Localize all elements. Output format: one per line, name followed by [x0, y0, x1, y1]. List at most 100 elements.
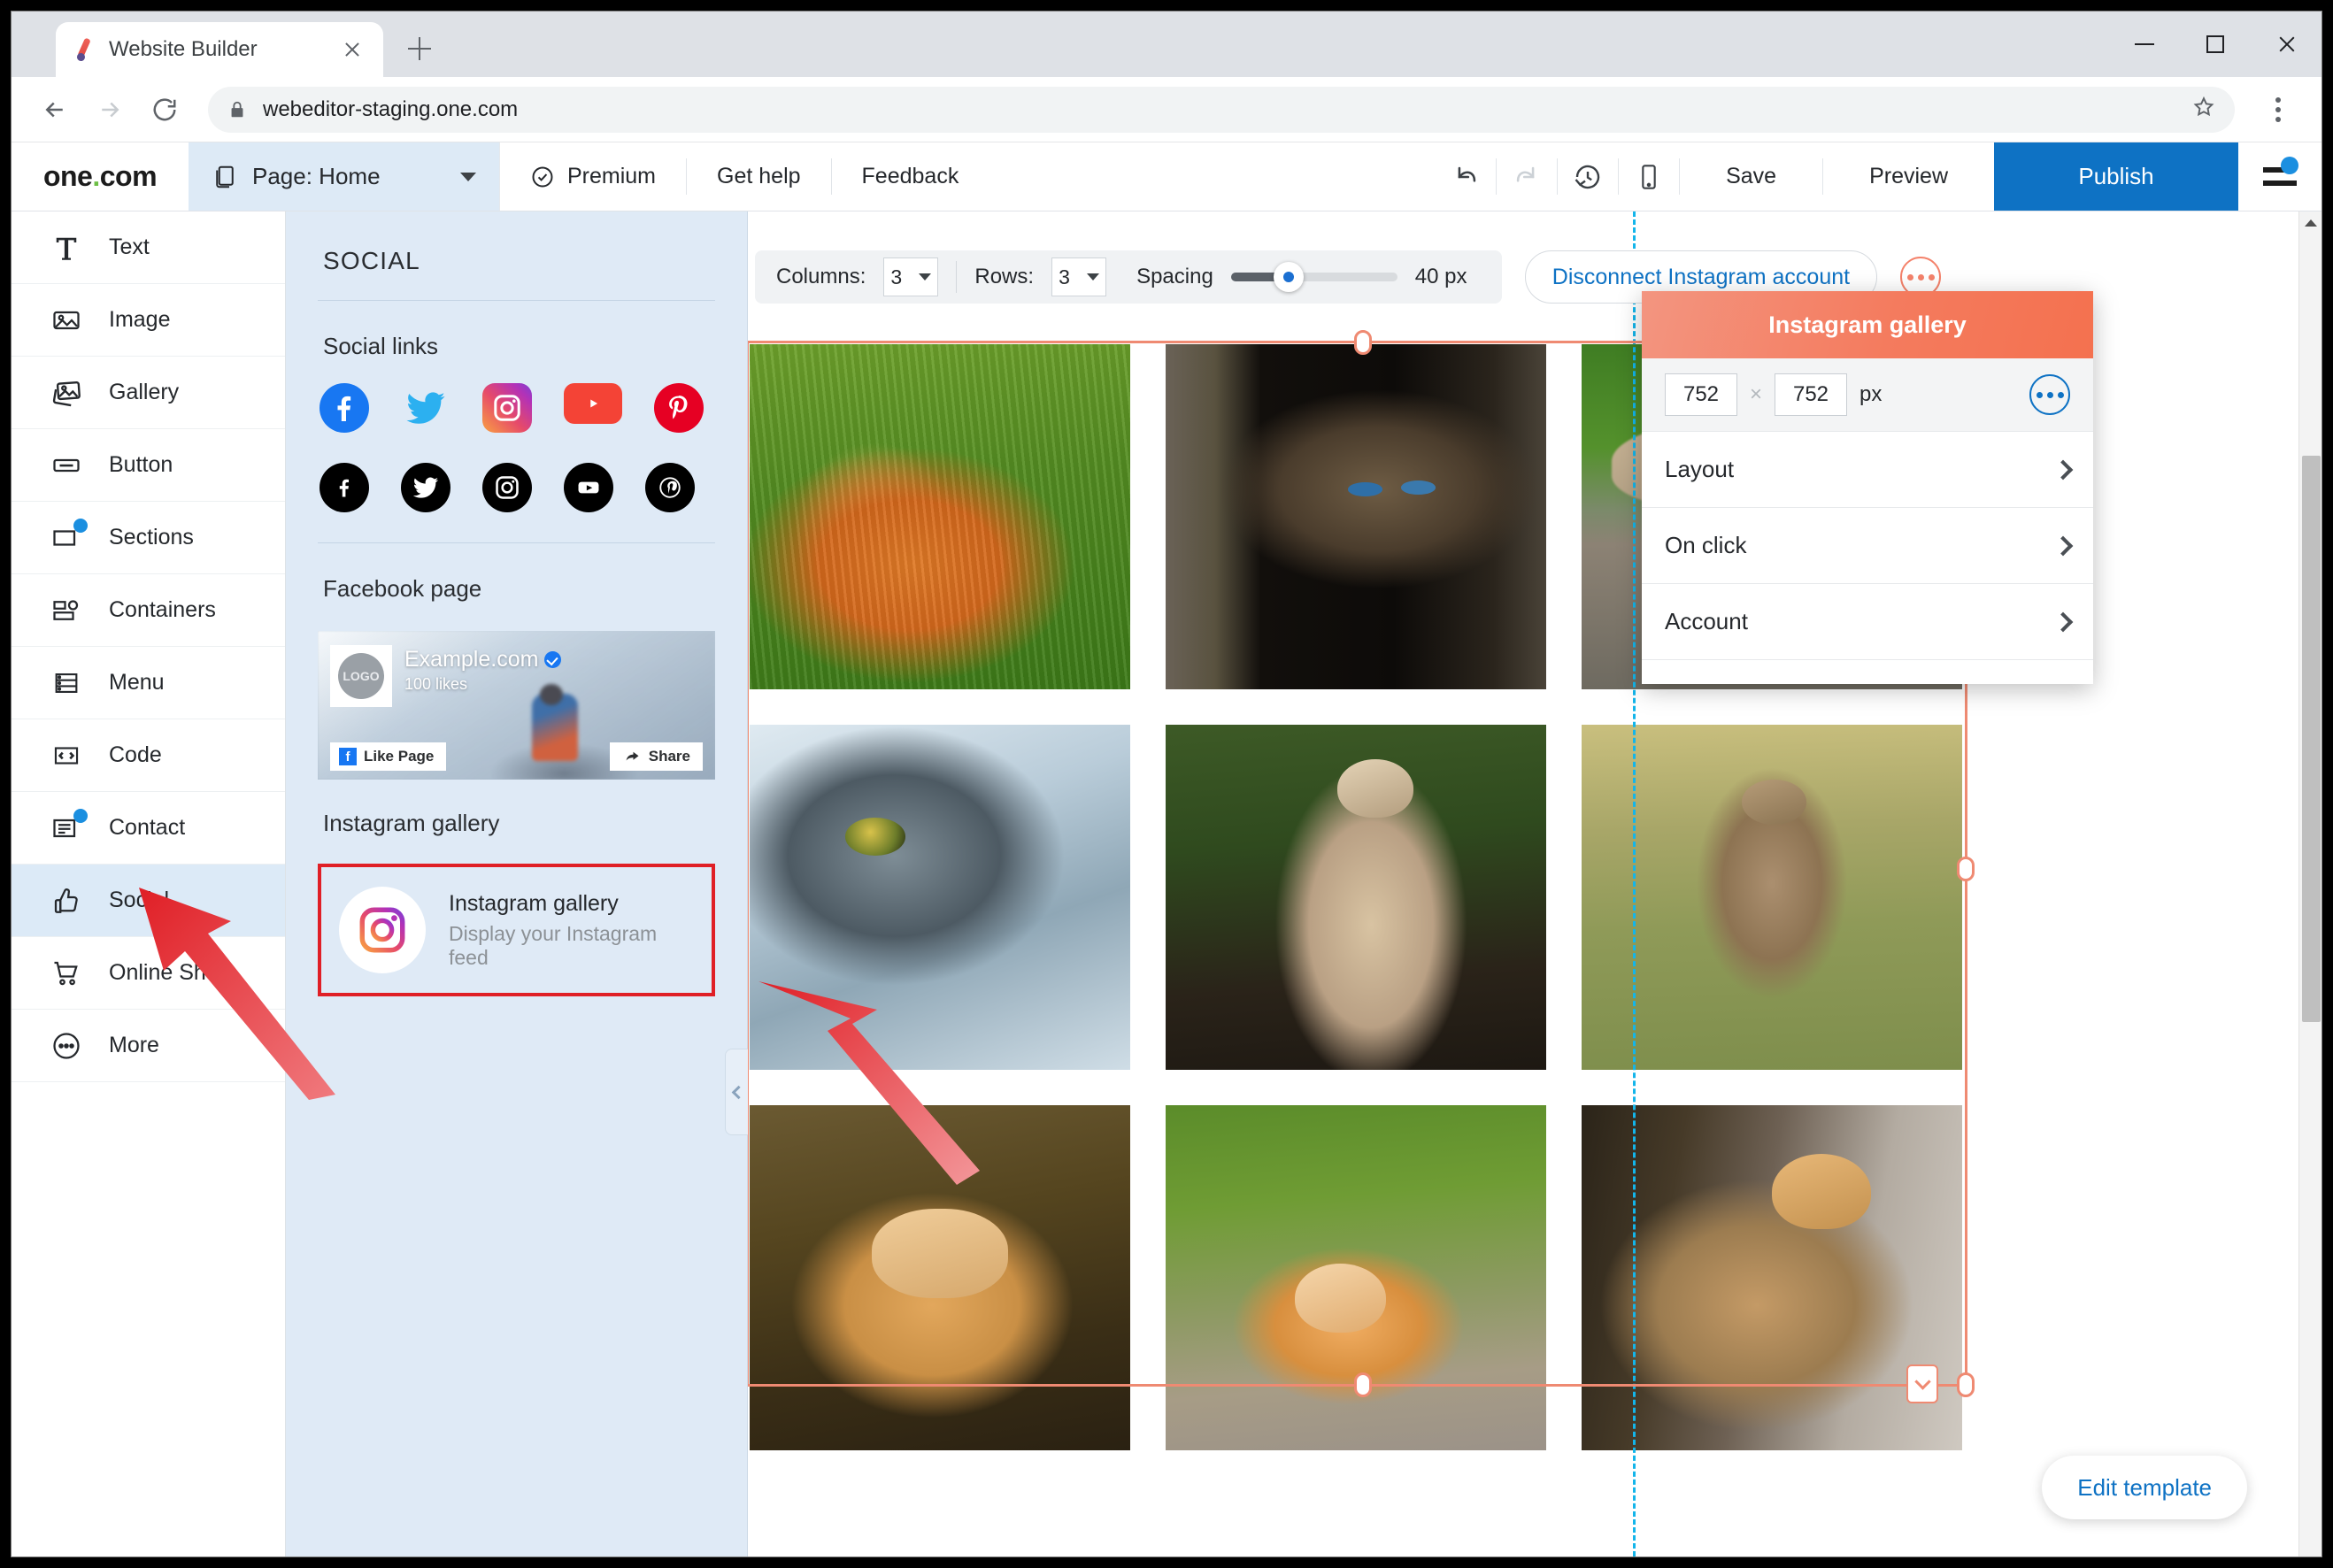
twitter-icon[interactable] — [401, 383, 450, 433]
move-down-button-bottom[interactable] — [1906, 1364, 1938, 1403]
gallery-cell[interactable] — [1166, 1105, 1546, 1450]
gallery-cell[interactable] — [1582, 725, 1962, 1070]
save-button[interactable]: Save — [1680, 142, 1822, 211]
youtube-icon[interactable] — [564, 383, 622, 424]
minimize-icon[interactable] — [2109, 12, 2180, 77]
editor-body: Text Image Gallery Button Sections Conta… — [12, 211, 2321, 1556]
notification-badge — [73, 518, 88, 533]
widget-panel-title[interactable]: Instagram gallery — [1642, 291, 2093, 358]
grid-settings-pill: Columns: 3 Rows: 3 Spacing 40 px — [755, 250, 1502, 304]
pinterest-icon[interactable] — [645, 463, 695, 512]
vertical-scrollbar[interactable] — [2298, 211, 2321, 1556]
bookmark-star-icon[interactable] — [2192, 96, 2215, 123]
page-selector[interactable]: Page: Home — [189, 142, 500, 211]
scroll-up-icon[interactable] — [2299, 211, 2321, 234]
sidebar-item-code[interactable]: Code — [12, 719, 285, 792]
social-panel: SOCIAL Social links Facebook page LOGO E… — [286, 211, 748, 1556]
tabby-cat-walking-on-grass-image — [1582, 725, 1962, 1070]
height-input[interactable]: 752 — [1775, 373, 1848, 416]
contact-icon — [47, 808, 88, 848]
scrollbar-thumb[interactable] — [2302, 456, 2321, 1022]
premium-label: Premium — [567, 164, 657, 188]
resize-handle-right[interactable] — [1957, 857, 1975, 881]
back-icon[interactable] — [31, 86, 79, 134]
sidebar-item-social[interactable]: Social — [12, 865, 285, 937]
close-icon[interactable] — [2251, 12, 2321, 77]
instagram-gallery-widget-card[interactable]: Instagram gallery Display your Instagram… — [318, 864, 715, 996]
browser-tab-title: Website Builder — [109, 37, 258, 61]
like-page-button[interactable]: f Like Page — [330, 742, 447, 771]
widget-row-on-click[interactable]: On click — [1642, 507, 2093, 583]
columns-select[interactable]: 3 — [883, 257, 939, 296]
gallery-cell[interactable] — [1166, 344, 1546, 689]
share-arrow-icon — [626, 751, 639, 761]
gallery-cell[interactable] — [1582, 1105, 1962, 1450]
get-help-label: Get help — [717, 164, 801, 188]
sidebar-item-image[interactable]: Image — [12, 284, 285, 357]
gallery-cell[interactable] — [1166, 725, 1546, 1070]
share-button[interactable]: Share — [609, 742, 703, 771]
widget-row-layout[interactable]: Layout — [1642, 431, 2093, 507]
browser-menu-icon[interactable] — [2254, 86, 2302, 134]
sidebar-item-online-shop[interactable]: Online Shop — [12, 937, 285, 1010]
facebook-icon[interactable] — [320, 463, 369, 512]
app-menu-button[interactable] — [2238, 142, 2321, 211]
spacing-slider[interactable] — [1230, 262, 1397, 292]
address-bar[interactable]: webeditor-staging.one.com — [208, 86, 2235, 133]
app-toolbar: one. com Page: Home Premium Get help Feed… — [12, 142, 2321, 211]
facebook-page-preview[interactable]: LOGO Example.com 100 likes f Like Page S… — [318, 631, 715, 780]
feedback-button[interactable]: Feedback — [832, 142, 989, 211]
sidebar-item-more[interactable]: More — [12, 1010, 285, 1082]
resize-handle-bottom-right[interactable] — [1957, 1372, 1975, 1397]
url-text: webeditor-staging.one.com — [263, 96, 519, 121]
close-icon[interactable] — [337, 35, 367, 65]
forward-icon[interactable] — [86, 86, 134, 134]
onecom-logo: one. com — [12, 142, 189, 211]
gallery-cell[interactable] — [750, 344, 1130, 689]
sidebar-item-menu[interactable]: Menu — [12, 647, 285, 719]
maximize-icon[interactable] — [2180, 12, 2251, 77]
edit-template-label: Edit template — [2077, 1473, 2212, 1501]
ginger-kitten-looking-at-camera-image — [750, 1105, 1130, 1450]
sidebar-item-containers[interactable]: Containers — [12, 574, 285, 647]
logo-suffix: com — [99, 160, 158, 192]
instagram-icon[interactable] — [482, 383, 532, 433]
history-clock-icon[interactable] — [1558, 142, 1618, 211]
chevron-left-icon[interactable] — [725, 1049, 748, 1135]
youtube-icon[interactable] — [564, 463, 613, 512]
pinterest-icon[interactable] — [654, 383, 704, 433]
resize-handle-bottom[interactable] — [1354, 1372, 1372, 1397]
new-tab-button[interactable] — [394, 23, 445, 74]
gallery-cell[interactable] — [750, 725, 1130, 1070]
widget-row-account[interactable]: Account — [1642, 583, 2093, 659]
edit-template-button[interactable]: Edit template — [2042, 1456, 2247, 1519]
sidebar-item-label: Online Shop — [109, 960, 231, 985]
twitter-icon[interactable] — [401, 463, 450, 512]
sidebar-item-gallery[interactable]: Gallery — [12, 357, 285, 429]
instagram-icon[interactable] — [482, 463, 532, 512]
slider-handle[interactable] — [1273, 262, 1304, 292]
sidebar-item-sections[interactable]: Sections — [12, 502, 285, 574]
sidebar-item-contact[interactable]: Contact — [12, 792, 285, 865]
more-circle-icon — [47, 1026, 86, 1065]
redo-icon[interactable] — [1497, 142, 1557, 211]
sidebar-item-text[interactable]: Text — [12, 211, 285, 284]
undo-icon[interactable] — [1436, 142, 1496, 211]
more-dots-icon[interactable] — [2029, 374, 2070, 415]
browser-tab[interactable]: Website Builder — [56, 22, 383, 77]
instagram-icon — [339, 887, 426, 973]
facebook-icon[interactable] — [320, 383, 369, 433]
premium-button[interactable]: Premium — [500, 142, 686, 211]
get-help-button[interactable]: Get help — [687, 142, 831, 211]
resize-handle-top[interactable] — [1354, 330, 1372, 355]
reload-icon[interactable] — [141, 86, 189, 134]
rows-select[interactable]: 3 — [1051, 257, 1107, 296]
feedback-label: Feedback — [861, 164, 959, 188]
sidebar-item-button[interactable]: Button — [12, 429, 285, 502]
mobile-device-icon[interactable] — [1619, 142, 1679, 211]
width-input[interactable]: 752 — [1665, 373, 1737, 416]
sidebar-item-label: Containers — [109, 597, 216, 622]
preview-button[interactable]: Preview — [1823, 142, 1994, 211]
gallery-cell[interactable] — [750, 1105, 1130, 1450]
publish-button[interactable]: Publish — [1994, 142, 2238, 211]
